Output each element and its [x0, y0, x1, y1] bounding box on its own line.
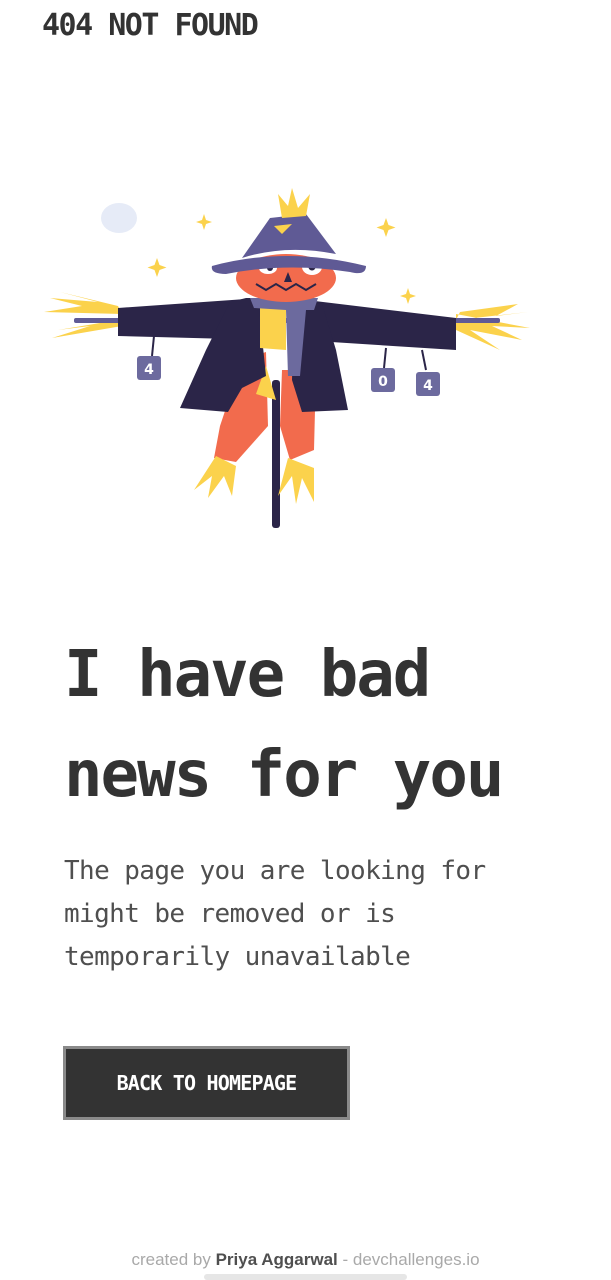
left-hand-straw	[44, 292, 122, 338]
right-foot-straw	[278, 458, 314, 504]
right-hand-straw	[456, 304, 530, 350]
moon-icon	[101, 203, 137, 233]
site-link[interactable]: devchallenges.io	[353, 1250, 480, 1269]
footer-credit: created by Priya Aggarwal - devchallenge…	[0, 1248, 611, 1272]
brand-title: 404 NOT FOUND	[42, 8, 259, 43]
headline: I have bad news for you	[64, 625, 604, 825]
footer-separator: -	[337, 1250, 353, 1269]
message-line-1: The page you are looking for	[64, 856, 486, 886]
message-line-2: might be removed or is	[64, 899, 396, 929]
can-label-2: 0	[378, 374, 388, 390]
footer-prefix: created by	[131, 1250, 216, 1269]
can-label-3: 4	[423, 378, 433, 394]
scroll-indicator	[204, 1274, 407, 1280]
hat-straw	[278, 188, 310, 218]
headline-line-2: news for you	[64, 738, 504, 812]
scarecrow-illustration: 4 0 4	[44, 188, 530, 528]
message-line-3: temporarily unavailable	[64, 942, 411, 972]
error-message: The page you are looking for might be re…	[64, 850, 564, 979]
author-link[interactable]: Priya Aggarwal	[216, 1250, 338, 1269]
back-to-homepage-button[interactable]: BACK TO HOMEPAGE	[63, 1046, 350, 1120]
can-label-1: 4	[144, 362, 154, 378]
pole	[272, 380, 280, 528]
left-foot-straw	[194, 456, 236, 498]
headline-line-1: I have bad	[64, 638, 431, 712]
